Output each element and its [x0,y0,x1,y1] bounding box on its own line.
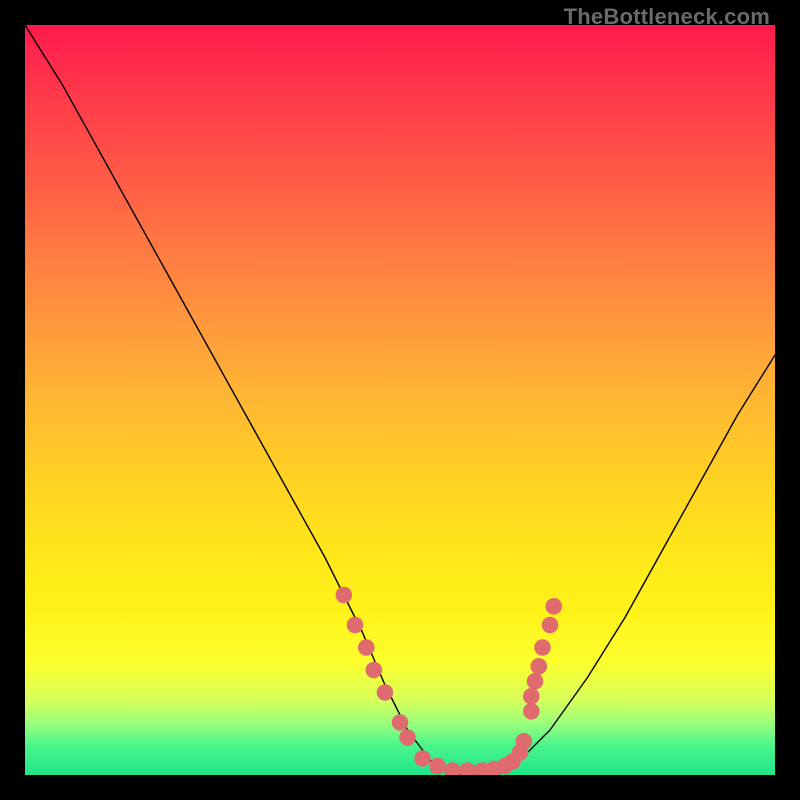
curve-marker [542,617,559,634]
curve-marker [516,733,533,750]
curve-marker [444,762,461,775]
curve-marker [347,617,364,634]
curve-marker [399,729,416,746]
curve-marker [531,658,548,675]
curve-marker [523,688,540,705]
curve-marker [377,684,394,701]
curve-marker [534,639,551,656]
curve-marker [523,703,540,720]
curve-marker [527,673,544,690]
curve-marker [546,598,563,615]
curve-marker [336,587,353,604]
bottleneck-curve [25,25,775,775]
curve-marker [392,714,409,731]
curve-marker [358,639,375,656]
curve-markers [336,587,563,775]
curve-marker [459,762,476,775]
curve-marker [429,758,446,775]
curve-marker [414,750,431,767]
curve-marker [366,662,383,679]
chart-overlay [25,25,775,775]
chart-frame: TheBottleneck.com [0,0,800,800]
